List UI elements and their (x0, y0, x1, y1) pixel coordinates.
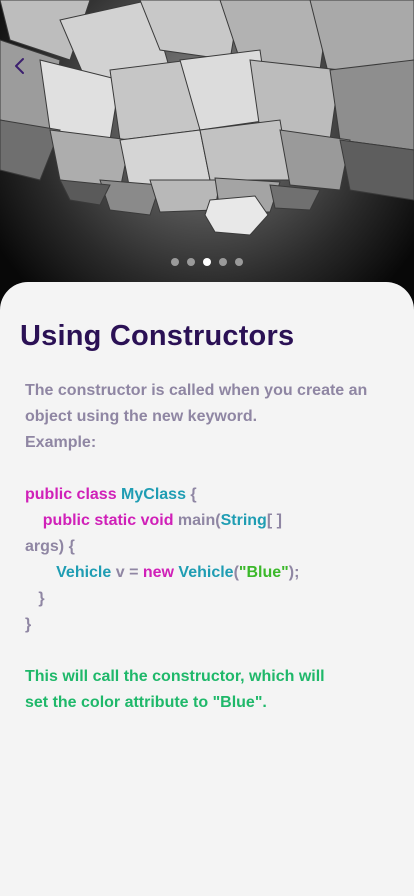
chevron-left-icon (15, 58, 24, 74)
code-class-name: MyClass (121, 486, 186, 503)
carousel-pagination (0, 258, 414, 268)
description-line: The constructor is called when you creat… (25, 382, 368, 399)
code-keyword: new (142, 564, 179, 581)
code-text: main( (177, 512, 221, 529)
code-line: } (25, 586, 395, 612)
pagination-dot[interactable] (219, 258, 227, 266)
code-keyword: public class (25, 486, 122, 503)
code-line: Vehicle v = new Vehicle("Blue"); (25, 560, 395, 586)
code-text: { (185, 486, 197, 503)
lesson-description: The constructor is called when you creat… (25, 378, 385, 456)
lesson-note: This will call the constructor, which wi… (25, 664, 345, 716)
pagination-dot[interactable] (187, 258, 195, 266)
code-text: v = (111, 564, 143, 581)
cubes-illustration (0, 0, 414, 236)
code-class-name: Vehicle (178, 564, 234, 581)
code-text: args) { (25, 538, 75, 555)
note-line: set the color attribute to "Blue". (25, 694, 267, 711)
example-label: Example: (25, 434, 97, 451)
code-text: } (25, 590, 45, 607)
code-line: } (25, 612, 395, 638)
code-line: public static void main(String[ ] (25, 508, 395, 534)
lesson-title: Using Constructors (20, 320, 295, 352)
hero-image (0, 0, 414, 320)
note-line: This will call the constructor, which wi… (25, 668, 325, 685)
lesson-card: Using Constructors The constructor is ca… (0, 282, 414, 896)
code-class-name: String (220, 512, 267, 529)
description-line: object using the new keyword. (25, 408, 258, 425)
code-line: args) { (25, 534, 395, 560)
code-text: ); (288, 564, 300, 581)
code-text: [ ] (266, 512, 282, 529)
code-class-name: Vehicle (56, 564, 112, 581)
code-keyword: public static void (42, 512, 178, 529)
pagination-dot[interactable] (235, 258, 243, 266)
pagination-dot-active[interactable] (203, 258, 211, 266)
pagination-dot[interactable] (171, 258, 179, 266)
back-button[interactable] (12, 56, 36, 80)
code-string: "Blue" (238, 564, 289, 581)
code-example: public class MyClass { public static voi… (25, 482, 395, 638)
code-text: } (25, 616, 32, 633)
code-line: public class MyClass { (25, 482, 395, 508)
